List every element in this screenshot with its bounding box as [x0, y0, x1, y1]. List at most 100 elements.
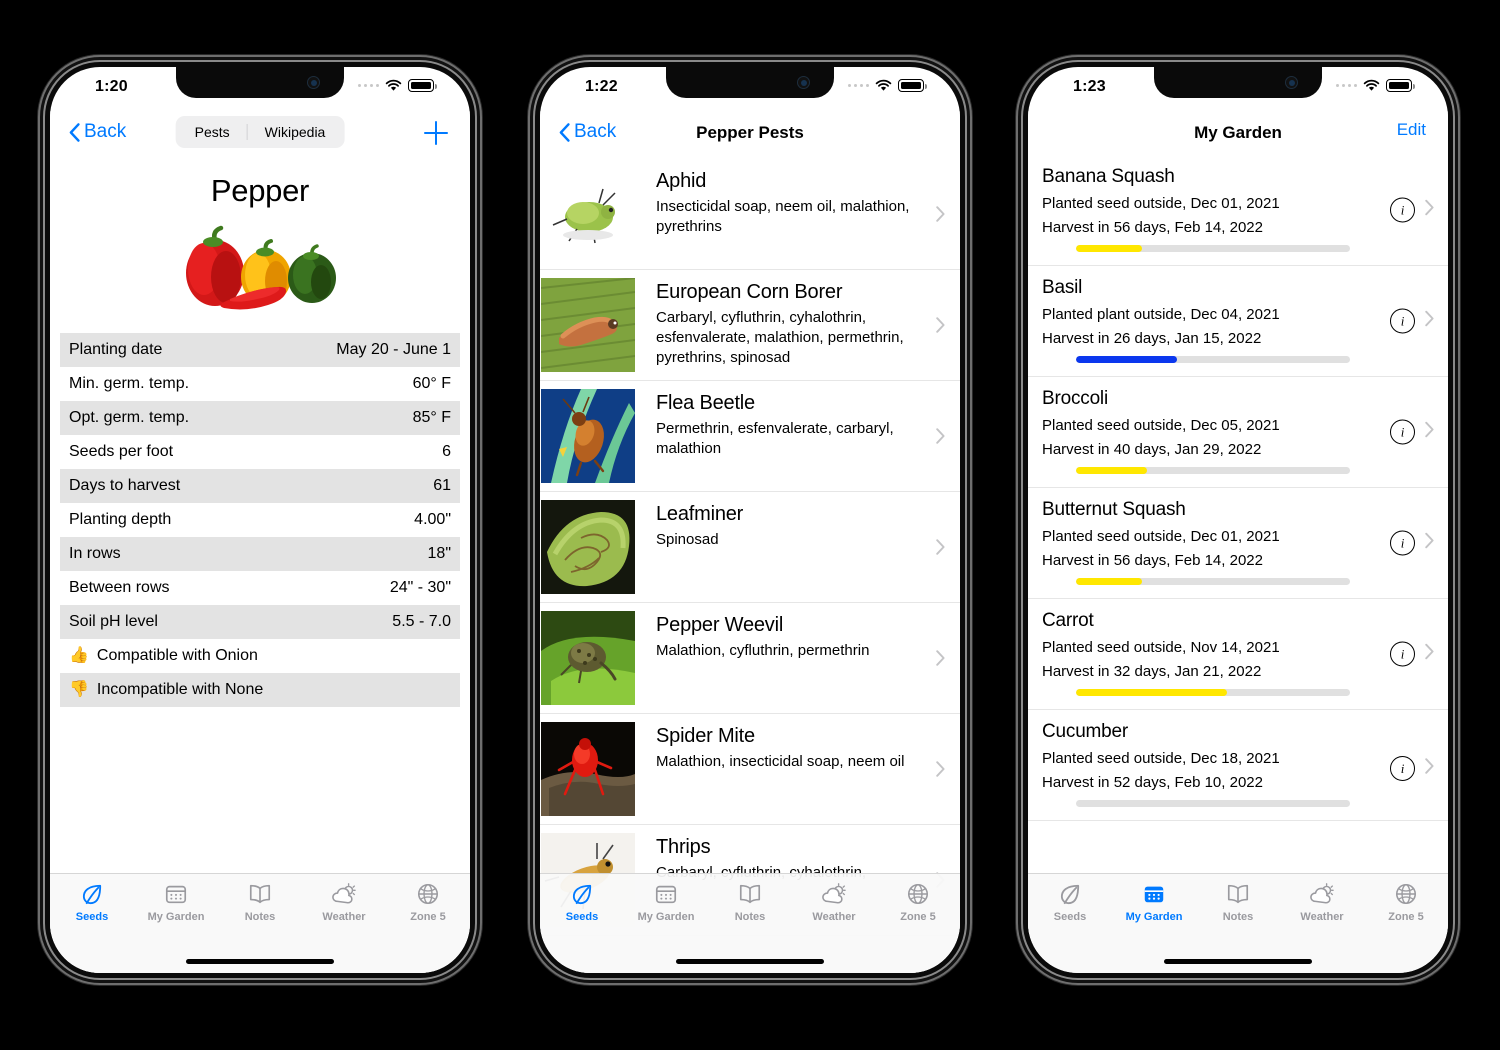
- flea-beetle-photo: [541, 389, 635, 483]
- screenshot-stage: 1:20 Back Pests Wikipedia Pepper Plantin…: [0, 0, 1500, 1050]
- tab-weather[interactable]: Weather: [1280, 881, 1364, 923]
- info-icon[interactable]: i: [1390, 641, 1415, 667]
- pest-name: Leafminer: [656, 503, 744, 525]
- home-indicator[interactable]: [1164, 959, 1312, 964]
- info-icon[interactable]: i: [1390, 197, 1415, 223]
- pest-treatments: Insecticidal soap, neem oil, malathion, …: [656, 198, 910, 235]
- phone2-tab-bar: Seeds My Garden Notes Weather Zone 5: [540, 873, 960, 973]
- back-button[interactable]: Back: [69, 121, 126, 143]
- progress-track: [1076, 245, 1350, 252]
- calendar-icon: [164, 881, 188, 907]
- leaf-icon: [80, 881, 105, 907]
- segment-wikipedia[interactable]: Wikipedia: [248, 116, 343, 148]
- chevron-right-icon: [920, 714, 960, 824]
- chevron-right-icon: [1425, 532, 1434, 554]
- edit-button[interactable]: Edit: [1397, 120, 1426, 140]
- add-button[interactable]: [424, 121, 448, 145]
- row-value: 24" - 30": [389, 579, 451, 596]
- chevron-right-icon: [920, 603, 960, 713]
- list-item[interactable]: Banana Squash Planted seed outside, Dec …: [1028, 155, 1448, 266]
- segmented-control[interactable]: Pests Wikipedia: [175, 116, 345, 148]
- row-key: Planting depth: [69, 511, 172, 528]
- tab-weather[interactable]: Weather: [302, 881, 386, 923]
- battery-icon: [898, 79, 927, 92]
- pest-thumbnail: [540, 278, 636, 372]
- phone1-content: Pepper Planting date May 20 - June 1 Min…: [50, 159, 470, 973]
- list-item[interactable]: Basil Planted plant outside, Dec 04, 202…: [1028, 266, 1448, 377]
- plant-name: Broccoli: [1042, 388, 1108, 409]
- pest-name: Spider Mite: [656, 725, 755, 747]
- list-item[interactable]: Pepper Weevil Malathion, cyfluthrin, per…: [540, 603, 960, 714]
- compatible-label: Compatible with Onion: [96, 647, 258, 664]
- tab-label: Weather: [812, 911, 856, 923]
- tab-label: My Garden: [1125, 911, 1183, 923]
- pest-name: Pepper Weevil: [656, 614, 784, 636]
- list-item[interactable]: Cucumber Planted seed outside, Dec 18, 2…: [1028, 710, 1448, 821]
- tab-seeds[interactable]: Seeds: [50, 881, 134, 923]
- row-value: 60° F: [412, 375, 451, 392]
- incompatible-label: Incompatible with None: [96, 681, 264, 698]
- list-item[interactable]: Broccoli Planted seed outside, Dec 05, 2…: [1028, 377, 1448, 488]
- progress-track: [1076, 578, 1350, 585]
- pest-name: European Corn Borer: [656, 281, 843, 303]
- harvest-info: Harvest in 26 days, Jan 15, 2022: [1042, 330, 1262, 347]
- tab-zone[interactable]: Zone 5: [876, 881, 960, 923]
- cloud-sun-icon: [330, 881, 358, 907]
- list-item[interactable]: Spider Mite Malathion, insecticidal soap…: [540, 714, 960, 825]
- table-row: Between rows 24" - 30": [60, 571, 460, 605]
- info-icon[interactable]: i: [1390, 419, 1415, 445]
- pest-thumbnail: [540, 722, 636, 816]
- row-accessories: i: [1390, 756, 1434, 781]
- pest-thumbnail: [540, 500, 636, 594]
- compatible-row: 👍 Compatible with Onion: [60, 639, 460, 673]
- list-item[interactable]: Aphid Insecticidal soap, neem oil, malat…: [540, 159, 960, 270]
- info-icon[interactable]: i: [1390, 308, 1415, 334]
- list-item[interactable]: Flea Beetle Permethrin, esfenvalerate, c…: [540, 381, 960, 492]
- list-item[interactable]: Carrot Planted seed outside, Nov 14, 202…: [1028, 599, 1448, 710]
- aphid-photo: [541, 167, 635, 261]
- list-item[interactable]: Butternut Squash Planted seed outside, D…: [1028, 488, 1448, 599]
- tab-my-garden[interactable]: My Garden: [624, 881, 708, 923]
- table-row: Planting depth 4.00": [60, 503, 460, 537]
- home-indicator[interactable]: [186, 959, 334, 964]
- tab-seeds[interactable]: Seeds: [540, 881, 624, 923]
- notch: [1154, 67, 1322, 98]
- planted-info: Planted plant outside, Dec 04, 2021: [1042, 306, 1280, 323]
- cloud-sun-icon: [1308, 881, 1336, 907]
- home-indicator[interactable]: [676, 959, 824, 964]
- calendar-icon: [1142, 881, 1166, 907]
- tab-notes[interactable]: Notes: [708, 881, 792, 923]
- tab-notes[interactable]: Notes: [218, 881, 302, 923]
- signal-dots-icon: [847, 83, 869, 88]
- info-icon[interactable]: i: [1390, 756, 1415, 781]
- row-key: Seeds per foot: [69, 443, 174, 460]
- incompatible-row: 👎 Incompatible with None: [60, 673, 460, 707]
- segment-pests[interactable]: Pests: [178, 116, 247, 148]
- tab-zone[interactable]: Zone 5: [1364, 881, 1448, 923]
- list-item[interactable]: European Corn Borer Carbaryl, cyfluthrin…: [540, 270, 960, 381]
- page-title: My Garden: [1194, 123, 1282, 142]
- chevron-right-icon: [1425, 421, 1434, 443]
- info-icon[interactable]: i: [1390, 530, 1415, 556]
- harvest-info: Harvest in 56 days, Feb 14, 2022: [1042, 219, 1263, 236]
- tab-zone[interactable]: Zone 5: [386, 881, 470, 923]
- calendar-icon: [654, 881, 678, 907]
- phone-device-3: 1:23 My Garden Edit Banana Squash Plante…: [1016, 55, 1460, 985]
- chevron-right-icon: [1425, 758, 1434, 779]
- tab-notes[interactable]: Notes: [1196, 881, 1280, 923]
- pest-name: Flea Beetle: [656, 392, 755, 414]
- harvest-info: Harvest in 52 days, Feb 10, 2022: [1042, 774, 1263, 791]
- page-title: Pepper: [210, 173, 310, 208]
- plant-name: Cucumber: [1042, 721, 1129, 742]
- front-camera-icon: [307, 76, 320, 89]
- tab-label: Seeds: [75, 911, 109, 923]
- tab-my-garden[interactable]: My Garden: [134, 881, 218, 923]
- tab-my-garden[interactable]: My Garden: [1112, 881, 1196, 923]
- list-item[interactable]: Leafminer Spinosad: [540, 492, 960, 603]
- phone-device-2: 1:22 Back Pepper Pests Aphid Insecticida…: [528, 55, 972, 985]
- book-icon: [1225, 881, 1251, 907]
- pest-treatments: Spinosad: [656, 531, 719, 548]
- tab-seeds[interactable]: Seeds: [1028, 881, 1112, 923]
- pepper-photo: [50, 225, 470, 311]
- tab-weather[interactable]: Weather: [792, 881, 876, 923]
